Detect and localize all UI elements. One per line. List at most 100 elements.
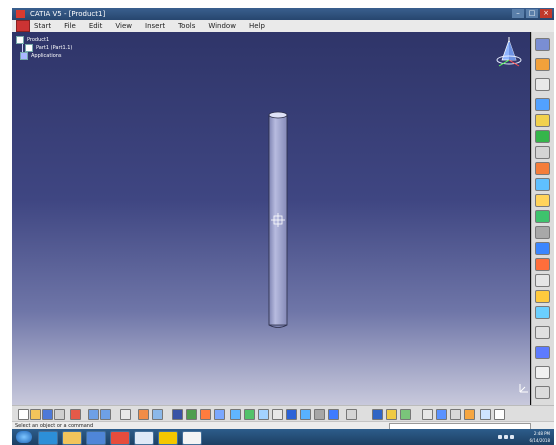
3d-viewport[interactable]: Product1 Part1 (Part1.1) Applications xyxy=(12,32,530,405)
cylinder-part[interactable] xyxy=(268,110,288,330)
redo-icon[interactable] xyxy=(100,409,111,420)
document-icon[interactable] xyxy=(134,431,154,445)
chrome-icon[interactable] xyxy=(110,431,130,445)
compass-icon[interactable] xyxy=(494,36,524,70)
ie-icon[interactable] xyxy=(38,431,58,445)
grid-icon[interactable] xyxy=(450,409,461,420)
menu-edit[interactable]: Edit xyxy=(89,22,103,30)
iso-view-icon[interactable] xyxy=(286,409,297,420)
chamfer-icon[interactable] xyxy=(535,210,550,223)
save-icon[interactable] xyxy=(42,409,53,420)
apply-material-icon[interactable] xyxy=(535,346,550,359)
hide-show-icon[interactable] xyxy=(314,409,325,420)
product-icon xyxy=(16,36,24,44)
explorer-icon[interactable] xyxy=(62,431,82,445)
catia-window: CATIA V5 - [Product1] – □ × Start File E… xyxy=(12,8,554,445)
pad-icon[interactable] xyxy=(535,98,550,111)
draft-icon[interactable] xyxy=(535,226,550,239)
rotate-icon[interactable] xyxy=(214,409,225,420)
quick-view-icon[interactable] xyxy=(272,409,283,420)
tree-node-product[interactable]: Product1 xyxy=(16,36,72,44)
sketcher-icon[interactable] xyxy=(535,58,550,71)
constraint-icon[interactable] xyxy=(464,409,475,420)
maximize-button[interactable]: □ xyxy=(526,9,538,18)
fly-mode-icon[interactable] xyxy=(172,409,183,420)
catia-app-icon xyxy=(16,10,25,18)
pan-icon[interactable] xyxy=(200,409,211,420)
system-tray: 2:48 PM 6/14/2018 xyxy=(480,430,550,444)
applications-icon xyxy=(20,52,28,60)
tray-arrow-icon[interactable] xyxy=(498,435,502,439)
compass-tool-icon[interactable] xyxy=(436,409,447,420)
formula-icon[interactable] xyxy=(138,409,149,420)
tree-label-applications: Applications xyxy=(31,52,62,59)
menu-insert[interactable]: Insert xyxy=(145,22,165,30)
graph-icon[interactable] xyxy=(400,409,411,420)
menu-window[interactable]: Window xyxy=(208,22,236,30)
right-toolbar xyxy=(531,32,554,405)
select-icon[interactable] xyxy=(535,78,550,91)
start-button[interactable] xyxy=(16,431,32,443)
analysis-icon[interactable] xyxy=(535,366,550,379)
menu-file[interactable]: File xyxy=(64,22,76,30)
fillet-icon[interactable] xyxy=(535,194,550,207)
menu-bar: Start File Edit View Insert Tools Window… xyxy=(12,20,554,32)
insert-icon[interactable] xyxy=(494,409,505,420)
minimize-button[interactable]: – xyxy=(512,9,524,18)
undo-icon[interactable] xyxy=(88,409,99,420)
whats-this-icon[interactable] xyxy=(120,409,131,420)
windows-taskbar: 2:48 PM 6/14/2018 xyxy=(12,429,554,445)
slot-icon[interactable] xyxy=(535,178,550,191)
zoom-out-icon[interactable] xyxy=(244,409,255,420)
table-icon[interactable] xyxy=(346,409,357,420)
volume-icon[interactable] xyxy=(510,435,514,439)
catia-logo-icon[interactable] xyxy=(16,20,30,32)
measure-icon[interactable] xyxy=(535,326,550,339)
shaft-icon[interactable] xyxy=(535,130,550,143)
dimension-icon[interactable] xyxy=(480,409,491,420)
menu-view[interactable]: View xyxy=(115,22,132,30)
shading-icon[interactable] xyxy=(300,409,311,420)
normal-view-icon[interactable] xyxy=(258,409,269,420)
boolean-icon[interactable] xyxy=(535,306,550,319)
pocket-icon[interactable] xyxy=(535,114,550,127)
menu-tools[interactable]: Tools xyxy=(178,22,195,30)
tray-date: 6/14/2018 xyxy=(529,438,550,443)
bottom-toolbar xyxy=(12,405,554,422)
pattern-icon[interactable] xyxy=(535,290,550,303)
part-icon xyxy=(25,44,33,52)
network-icon[interactable] xyxy=(504,435,508,439)
menu-help[interactable]: Help xyxy=(249,22,265,30)
window-taskbar-icon[interactable] xyxy=(182,431,202,445)
print-icon[interactable] xyxy=(54,409,65,420)
knowledge-icon[interactable] xyxy=(152,409,163,420)
close-button[interactable]: × xyxy=(540,9,552,18)
part-design-icon[interactable] xyxy=(535,38,550,51)
axis-triad-icon xyxy=(519,384,528,393)
catia-taskbar-icon[interactable] xyxy=(158,431,178,445)
new-icon[interactable] xyxy=(18,409,29,420)
zoom-in-icon[interactable] xyxy=(230,409,241,420)
thickness-icon[interactable] xyxy=(535,258,550,271)
title-bar: CATIA V5 - [Product1] – □ × xyxy=(12,8,554,20)
tree-node-applications[interactable]: Applications xyxy=(20,52,72,60)
cut-icon[interactable] xyxy=(70,409,81,420)
catalog-icon[interactable] xyxy=(372,409,383,420)
swap-space-icon[interactable] xyxy=(328,409,339,420)
more-tools-icon[interactable] xyxy=(535,386,550,399)
media-player-icon[interactable] xyxy=(86,431,106,445)
tree-label-part: Part1 (Part1.1) xyxy=(36,44,73,51)
tree-node-part[interactable]: Part1 (Part1.1) xyxy=(25,44,72,52)
rib-icon[interactable] xyxy=(535,162,550,175)
fit-all-icon[interactable] xyxy=(186,409,197,420)
tray-time: 2:48 PM xyxy=(533,431,550,436)
specification-tree: Product1 Part1 (Part1.1) Applications xyxy=(16,36,72,60)
hole-icon[interactable] xyxy=(535,146,550,159)
open-icon[interactable] xyxy=(30,409,41,420)
window-controls: – □ × xyxy=(512,9,552,18)
snap-icon[interactable] xyxy=(422,409,433,420)
menu-start[interactable]: Start xyxy=(34,22,51,30)
shell-icon[interactable] xyxy=(535,242,550,255)
properties-icon[interactable] xyxy=(386,409,397,420)
mirror-icon[interactable] xyxy=(535,274,550,287)
